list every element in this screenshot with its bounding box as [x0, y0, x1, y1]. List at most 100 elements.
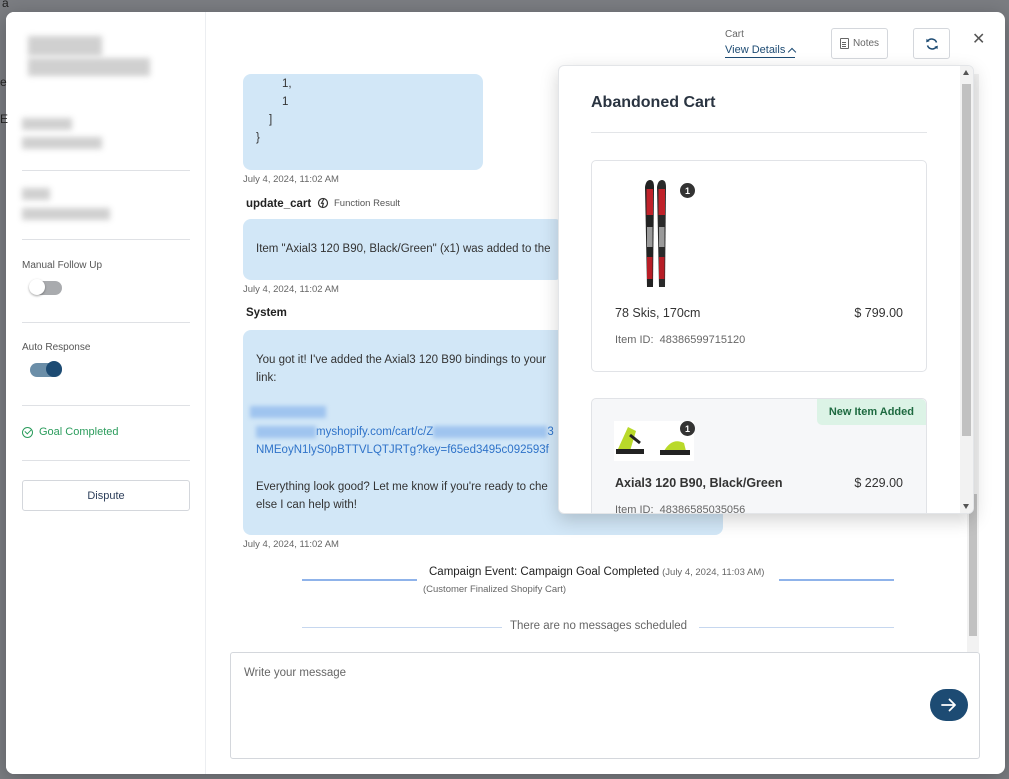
message-text: link: [256, 372, 277, 384]
conversation-modal: Manual Follow Up Auto Response Goal Comp… [6, 12, 1005, 774]
cart-label: Cart [725, 29, 744, 40]
code-line: 1 [282, 96, 289, 108]
message-text: Everything look good? Let me know if you… [256, 481, 548, 493]
goal-status: Goal Completed [22, 426, 119, 438]
schedule-divider [699, 627, 894, 628]
backdrop-text: e [0, 75, 7, 89]
item-name: Axial3 120 B90, Black/Green [615, 476, 783, 490]
sidebar-divider [22, 322, 190, 323]
sidebar-divider [22, 170, 190, 171]
redacted-link-text [256, 425, 316, 438]
function-result-text: Item "Axial3 120 B90, Black/Green" (x1) … [256, 243, 551, 255]
system-sender: System [246, 307, 287, 319]
chevron-up-icon [788, 47, 797, 56]
manual-follow-up-label: Manual Follow Up [22, 260, 103, 271]
message-text: You got it! I've added the Axial3 120 B9… [256, 354, 547, 366]
cart-link-line2[interactable]: NMEoyN1lyS0pBTTVLQTJRTg?key=f65ed3495c09… [256, 441, 549, 459]
toggle-knob [46, 361, 62, 377]
cart-item: New Item Added 1 Axial3 120 B90, Black/G… [591, 398, 927, 514]
message-bubble: 1, 1 ] } [243, 74, 483, 170]
redacted-contact [28, 58, 150, 76]
abandoned-cart-panel: Abandoned Cart 1 78 Skis, 170cm $ 799.00… [558, 65, 974, 514]
redacted-name [28, 36, 102, 56]
scrollbar-thumb[interactable] [969, 494, 977, 636]
toggle-knob [29, 279, 45, 295]
sidebar-divider [22, 405, 190, 406]
redacted-link-text [250, 406, 326, 418]
sidebar: Manual Follow Up Auto Response Goal Comp… [6, 12, 206, 774]
function-result-bubble: Item "Axial3 120 B90, Black/Green" (x1) … [243, 219, 563, 280]
sidebar-divider [22, 460, 190, 461]
view-details-label: View Details [725, 44, 786, 56]
arrow-right-icon [941, 698, 956, 712]
cart-link[interactable]: myshopify.com/cart/c/Z 3 [256, 423, 554, 441]
item-price: $ 799.00 [854, 306, 903, 320]
item-id-value: 48386585035056 [659, 504, 746, 514]
item-id: Item ID: 48386585035056 [615, 504, 746, 514]
quantity-badge: 1 [680, 183, 695, 198]
manual-follow-up-toggle[interactable] [29, 279, 62, 295]
event-divider [302, 579, 417, 581]
refresh-icon [925, 37, 938, 50]
cart-link-text[interactable]: myshopify.com/cart/c/Z [316, 426, 433, 438]
backdrop-text: a [2, 0, 9, 10]
campaign-event-subtitle: (Customer Finalized Shopify Cart) [423, 584, 567, 595]
cart-link-text[interactable]: 3 [547, 426, 553, 438]
auto-response-toggle[interactable] [30, 361, 62, 377]
view-details-toggle[interactable]: View Details [725, 44, 797, 58]
cart-divider [591, 132, 927, 133]
code-line: 1, [282, 78, 292, 90]
item-id: Item ID: 48386599715120 [615, 334, 745, 346]
cart-scrollbar[interactable] [960, 66, 973, 513]
scroll-down-icon[interactable] [963, 504, 969, 509]
function-result-tag: Function Result [317, 197, 400, 209]
redacted-field-label [22, 118, 72, 130]
goal-label: Goal Completed [39, 426, 119, 438]
schedule-divider [302, 627, 502, 628]
function-tag-label: Function Result [334, 197, 401, 209]
message-timestamp: July 4, 2024, 11:02 AM [243, 284, 339, 295]
check-circle-icon [22, 426, 33, 438]
ski-product-image [645, 180, 666, 287]
message-timestamp: July 4, 2024, 11:02 AM [243, 174, 339, 185]
event-divider [779, 579, 894, 581]
redacted-field-value [22, 208, 110, 220]
notes-button[interactable]: Notes [831, 28, 888, 59]
redacted-field-value [22, 137, 102, 149]
message-text: else I can help with! [256, 499, 358, 511]
code-line: } [256, 132, 260, 144]
function-sender: update_cart [246, 198, 312, 210]
cart-title: Abandoned Cart [591, 94, 716, 111]
send-button[interactable] [930, 689, 968, 721]
campaign-event-time: (July 4, 2024, 11:03 AM) [662, 567, 765, 578]
redacted-field-label [22, 188, 50, 200]
dispute-button[interactable]: Dispute [22, 480, 190, 511]
scroll-up-icon[interactable] [963, 70, 969, 75]
item-id-label: Item ID: [615, 334, 654, 346]
redacted-link-text [433, 425, 548, 438]
function-icon [317, 197, 329, 209]
message-composer [230, 652, 980, 759]
close-icon[interactable]: ✕ [972, 29, 985, 49]
auto-response-label: Auto Response [22, 342, 91, 353]
item-name: 78 Skis, 170cm [615, 306, 701, 320]
notes-icon [839, 38, 849, 49]
no-scheduled-messages: There are no messages scheduled [510, 620, 688, 632]
item-id-label: Item ID: [615, 504, 654, 514]
new-item-badge: New Item Added [816, 399, 926, 425]
backdrop-text: E [0, 112, 9, 126]
scrollbar-thumb[interactable] [962, 84, 971, 436]
refresh-button[interactable] [913, 28, 950, 59]
sidebar-divider [22, 239, 190, 240]
cart-item: 1 78 Skis, 170cm $ 799.00 Item ID: 48386… [591, 160, 927, 372]
campaign-event-label: Campaign Event: Campaign Goal Completed [429, 566, 660, 578]
code-line: ] [269, 114, 273, 126]
message-timestamp: July 4, 2024, 11:02 AM [243, 539, 339, 550]
item-price: $ 229.00 [854, 476, 903, 490]
campaign-event: Campaign Event: Campaign Goal Completed(… [429, 566, 764, 578]
notes-label: Notes [852, 38, 880, 49]
item-id-value: 48386599715120 [659, 334, 746, 346]
quantity-badge: 1 [680, 421, 695, 436]
message-input[interactable] [244, 667, 844, 679]
cart-header: Cart View Details [725, 29, 797, 58]
